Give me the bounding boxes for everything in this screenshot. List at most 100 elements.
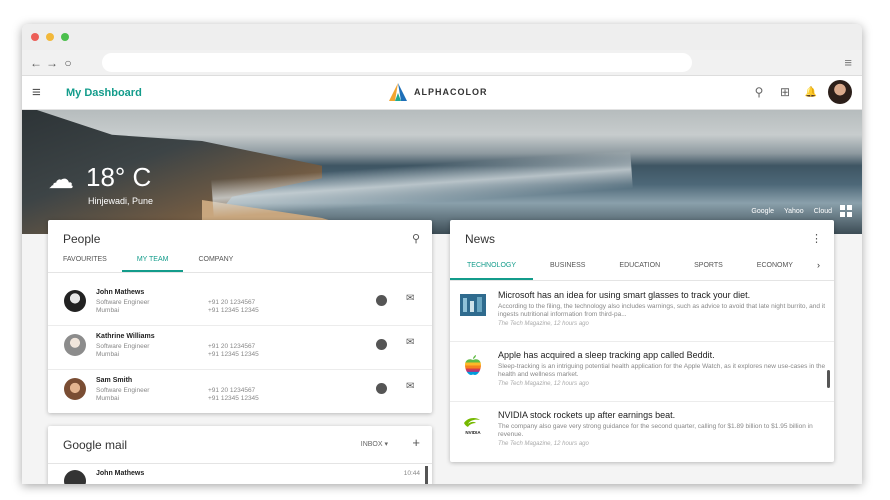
contact-name: Kathrine Williams	[96, 333, 155, 340]
tab-company[interactable]: COMPANY	[183, 254, 248, 272]
tab-economy[interactable]: ECONOMY	[740, 258, 810, 280]
alphacolor-logo-icon	[389, 83, 407, 101]
people-card: People ⚲ FAVOURITES MY TEAM COMPANY John…	[48, 220, 432, 413]
contact-mobile: +91 12345 12345	[208, 395, 259, 402]
quick-links: Google Yahoo Cloud	[741, 205, 852, 217]
contact-city: Mumbai	[96, 307, 120, 314]
tab-sports[interactable]: SPORTS	[677, 258, 740, 280]
minimize-window-button[interactable]	[46, 33, 54, 41]
news-scrollbar[interactable]	[827, 370, 830, 388]
contact-avatar	[64, 378, 86, 400]
tab-business[interactable]: BUSINESS	[533, 258, 602, 280]
quick-link-cloud[interactable]: Cloud	[814, 208, 832, 215]
chat-bubble-icon[interactable]	[376, 295, 387, 306]
contact-city: Mumbai	[96, 351, 120, 358]
quick-link-google[interactable]: Google	[751, 208, 774, 215]
compose-add-icon[interactable]: +	[412, 435, 420, 450]
article-summary: According to the filing, the technology …	[498, 303, 825, 318]
reload-icon[interactable]: ○	[60, 56, 76, 70]
mail-sender-avatar	[64, 470, 86, 484]
news-card: News ⋮ TECHNOLOGY BUSINESS EDUCATION SPO…	[450, 220, 834, 462]
mail-time: 10:44	[403, 470, 420, 477]
user-avatar[interactable]	[828, 80, 852, 104]
people-tabs: FAVOURITES MY TEAM COMPANY	[48, 254, 248, 272]
apps-grid-icon[interactable]: ⊞	[772, 85, 798, 99]
chevron-right-icon[interactable]: ›	[817, 260, 820, 270]
article-summary: Sleep-tracking is an intriguing potentia…	[498, 363, 826, 378]
contact-phone: +91 20 1234567	[208, 299, 256, 306]
inbox-dropdown[interactable]: INBOX ▾	[361, 440, 388, 448]
tab-education[interactable]: EDUCATION	[602, 258, 677, 280]
app-header: ≡ My Dashboard ALPHACOLOR ⚲ ⊞ 🔔	[22, 76, 862, 110]
gmail-title: Google mail	[63, 438, 128, 452]
article-source: The Tech Magazine, 12 hours ago	[498, 441, 589, 447]
search-icon[interactable]: ⚲	[746, 85, 772, 99]
contact-mobile: +91 12345 12345	[208, 307, 259, 314]
article-summary: The company also gave very strong guidan…	[498, 423, 813, 438]
title-bar	[22, 24, 862, 50]
article-source: The Tech Magazine, 12 hours ago	[498, 321, 589, 327]
tab-technology[interactable]: TECHNOLOGY	[450, 258, 534, 280]
tabs-divider	[450, 280, 834, 281]
news-article[interactable]: NVIDIA NVIDIA stock rockets up after ear…	[450, 402, 834, 462]
contact-phone: +91 20 1234567	[208, 343, 256, 350]
tab-favourites[interactable]: FAVOURITES	[48, 254, 122, 272]
notification-bell-icon[interactable]: 🔔	[798, 87, 824, 98]
cloud-rain-icon: ☁	[48, 164, 74, 194]
page-title[interactable]: My Dashboard	[66, 87, 142, 99]
close-window-button[interactable]	[31, 33, 39, 41]
mail-icon[interactable]: ✉	[406, 381, 414, 392]
people-search-icon[interactable]: ⚲	[412, 232, 420, 245]
header-actions: ⚲ ⊞ 🔔	[746, 80, 852, 104]
back-arrow-icon[interactable]: ←	[28, 56, 44, 70]
brand-name: ALPHACOLOR	[414, 87, 488, 97]
article-thumbnail	[460, 294, 486, 316]
contact-avatar	[64, 334, 86, 356]
chat-bubble-icon[interactable]	[376, 383, 387, 394]
weather-location: Hinjewadi, Pune	[88, 196, 154, 206]
mail-icon[interactable]: ✉	[406, 337, 414, 348]
weather-banner: ☁ 18° C Hinjewadi, Pune Google Yahoo Clo…	[22, 110, 862, 234]
google-mail-card: Google mail INBOX ▾ + John Mathews 10:44	[48, 426, 432, 484]
people-title: People	[63, 232, 101, 246]
contact-row[interactable]: Kathrine Williams Software Engineer Mumb…	[48, 326, 432, 370]
menu-icon[interactable]: ≡	[32, 84, 41, 101]
article-title: Apple has acquired a sleep tracking app …	[498, 350, 715, 360]
mail-icon[interactable]: ✉	[406, 293, 414, 304]
news-article[interactable]: Microsoft has an idea for using smart gl…	[450, 282, 834, 342]
contact-role: Software Engineer	[96, 299, 150, 306]
contact-avatar	[64, 290, 86, 312]
browser-toolbar: ← → ○ ≡	[22, 50, 862, 76]
address-bar[interactable]	[102, 53, 692, 72]
nvidia-logo-icon: NVIDIA	[464, 418, 481, 435]
mail-sender-name[interactable]: John Mathews	[96, 470, 144, 477]
contact-name: John Mathews	[96, 289, 145, 296]
article-title: Microsoft has an idea for using smart gl…	[498, 290, 751, 300]
apple-logo-icon	[465, 355, 481, 375]
forward-arrow-icon[interactable]: →	[44, 56, 60, 70]
article-source: The Tech Magazine, 12 hours ago	[498, 381, 589, 387]
article-title: NVIDIA stock rockets up after earnings b…	[498, 410, 676, 420]
contact-row[interactable]: John Mathews Software Engineer Mumbai +9…	[48, 282, 432, 326]
gmail-divider	[48, 463, 432, 464]
browser-menu-icon[interactable]: ≡	[844, 55, 852, 70]
gmail-scrollbar[interactable]	[425, 466, 428, 484]
browser-window: ← → ○ ≡ ≡ My Dashboard ALPHACOLOR ⚲ ⊞ 🔔 …	[22, 24, 862, 484]
tabs-divider	[48, 272, 432, 273]
contact-phone: +91 20 1234567	[208, 387, 256, 394]
maximize-window-button[interactable]	[61, 33, 69, 41]
news-tabs: TECHNOLOGY BUSINESS EDUCATION SPORTS ECO…	[450, 258, 810, 280]
contact-role: Software Engineer	[96, 387, 150, 394]
news-article[interactable]: Apple has acquired a sleep tracking app …	[450, 342, 834, 402]
contact-name: Sam Smith	[96, 377, 133, 384]
tab-my-team[interactable]: MY TEAM	[121, 254, 184, 272]
quick-link-yahoo[interactable]: Yahoo	[784, 208, 804, 215]
widgets-grid-icon[interactable]	[840, 205, 852, 217]
more-options-icon[interactable]: ⋮	[811, 232, 822, 245]
brand-logo[interactable]: ALPHACOLOR	[388, 82, 488, 102]
temperature: 18° C	[86, 162, 152, 192]
contact-row[interactable]: Sam Smith Software Engineer Mumbai +91 2…	[48, 370, 432, 414]
contact-city: Mumbai	[96, 395, 120, 402]
chat-bubble-icon[interactable]	[376, 339, 387, 350]
news-title: News	[465, 232, 496, 246]
